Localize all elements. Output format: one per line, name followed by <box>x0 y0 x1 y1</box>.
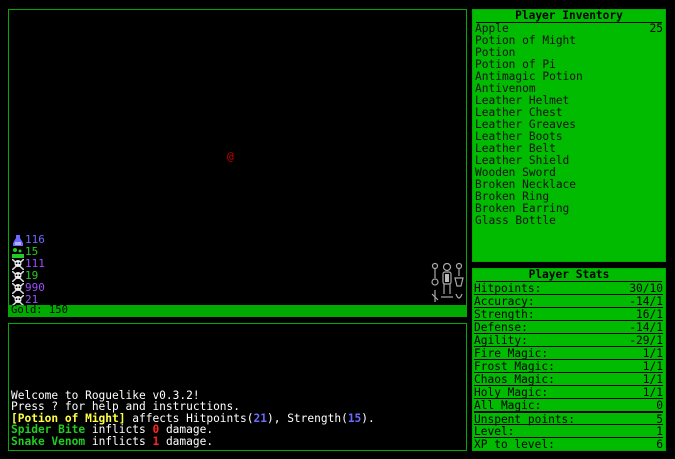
log-text: 15 <box>347 411 362 425</box>
stat-value: -14/1 <box>629 295 663 308</box>
stat-value: -29/1 <box>629 334 663 347</box>
log-line: Snake Venom inflicts 1 damage. <box>11 434 375 448</box>
player-character: @ <box>227 150 234 163</box>
stat-label: Chaos Magic: <box>474 373 555 386</box>
log-text: 21 <box>253 411 267 425</box>
stat-value: 1 <box>656 425 663 438</box>
stat-value: 30/10 <box>629 282 663 295</box>
stat-label: Fire Magic: <box>474 347 549 360</box>
stat-label: XP to level: <box>474 438 555 451</box>
stat-row: Level: 1 <box>474 425 663 438</box>
stat-value: 16/1 <box>636 308 663 321</box>
stat-row: Unspent points: 5 <box>474 412 663 426</box>
inventory-item[interactable]: Glass Bottle <box>475 215 663 227</box>
stat-label: Holy Magic: <box>474 386 549 399</box>
inventory-list: Apple 25 Potion of Might Potion Potion of Pi… <box>475 23 663 227</box>
status-effects-list: 116 15 111 19 990 21 <box>12 234 45 306</box>
stat-label: Accuracy: <box>474 295 535 308</box>
skull-icon <box>12 282 24 294</box>
stats-list: Hitpoints: 30/10 Accuracy: -14/1 Strength: 16… <box>474 282 663 451</box>
stat-value: 1/1 <box>642 360 663 373</box>
message-log-lines: Welcome to Roguelike v0.3.2! Press ? for … <box>11 389 375 448</box>
inventory-item-name: Glass Bottle <box>475 214 556 227</box>
potion-icon <box>12 234 24 246</box>
stat-value: 0 <box>656 399 663 412</box>
stat-label: Strength: <box>474 308 535 321</box>
log-text: damage. <box>159 434 214 448</box>
stat-row: Frost Magic: 1/1 <box>474 360 663 373</box>
stat-label: Unspent points: <box>474 413 576 426</box>
stats-title: Player Stats <box>476 269 662 282</box>
player-stats-panel: Player Stats Hitpoints: 30/10 Accuracy: -14… <box>472 268 666 451</box>
stat-label: Level: <box>474 425 515 438</box>
stat-value: 1/1 <box>642 347 663 360</box>
stat-row: Hitpoints: 30/10 <box>474 282 663 295</box>
skull-icon <box>12 270 24 282</box>
log-text: inflicts <box>85 434 153 448</box>
bubbles-icon <box>12 247 24 258</box>
inventory-item-count: 25 <box>649 22 663 35</box>
equipment-paperdoll-icon[interactable] <box>429 262 465 304</box>
stat-row: Defense: -14/1 <box>474 321 663 334</box>
message-log: Welcome to Roguelike v0.3.2! Press ? for … <box>8 323 467 451</box>
log-text: ). <box>361 411 375 425</box>
stat-value: 5 <box>656 413 663 426</box>
stat-row: Strength: 16/1 <box>474 308 663 321</box>
stat-row: XP to level: 6 <box>474 438 663 451</box>
stat-row: Chaos Magic: 1/1 <box>474 373 663 386</box>
stat-value: 1/1 <box>642 386 663 399</box>
skull-icon <box>12 258 24 270</box>
stat-label: Agility: <box>474 334 528 347</box>
player-inventory-panel: Player Inventory Apple 25 Potion of Might P… <box>472 9 666 262</box>
stat-value: 1/1 <box>642 373 663 386</box>
stat-label: Frost Magic: <box>474 360 555 373</box>
stat-row: Agility: -29/1 <box>474 334 663 347</box>
stat-row: Accuracy: -14/1 <box>474 295 663 308</box>
stat-value: 6 <box>656 438 663 451</box>
stat-label: Defense: <box>474 321 528 334</box>
stat-value: -14/1 <box>629 321 663 334</box>
log-text: Snake Venom <box>11 434 86 448</box>
gold-counter: Gold: 150 <box>9 305 466 316</box>
stat-row: All Magic: 0 <box>474 399 663 412</box>
stat-label: All Magic: <box>474 399 542 412</box>
log-text: ), Strength( <box>266 411 348 425</box>
game-map[interactable]: @ 116 15 111 19 990 21 Gold: 150 <box>8 9 467 317</box>
stat-row: Holy Magic: 1/1 <box>474 386 663 399</box>
stat-row: Fire Magic: 1/1 <box>474 347 663 360</box>
stat-label: Hitpoints: <box>474 282 542 295</box>
